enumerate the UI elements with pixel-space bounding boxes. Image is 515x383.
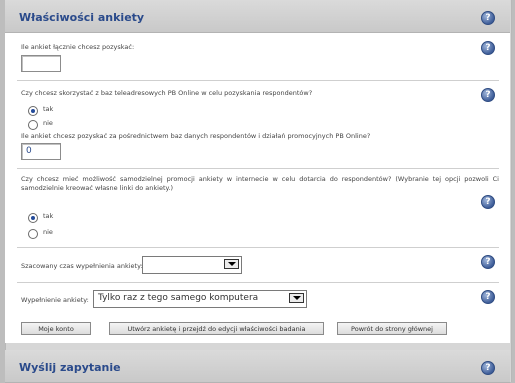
- use-databases-yes-radio[interactable]: [28, 106, 38, 116]
- total-surveys-label: Ile ankiet łącznie chcesz pozyskać:: [21, 43, 135, 51]
- databases-count-label: Ile ankiet chcesz pozyskać za pośrednict…: [21, 132, 371, 140]
- divider: [17, 247, 499, 248]
- radio-label-no: nie: [43, 228, 53, 236]
- properties-form: Ile ankiet łącznie chcesz pozyskać: ? Cz…: [5, 33, 510, 343]
- use-databases-label: Czy chcesz skorzystać z baz teleadresowy…: [21, 89, 313, 97]
- help-icon[interactable]: ?: [481, 195, 495, 209]
- home-button[interactable]: Powrót do strony głównej: [337, 322, 447, 335]
- radio-label-no: nie: [43, 119, 53, 127]
- self-promotion-no-radio[interactable]: [28, 229, 38, 239]
- help-icon[interactable]: ?: [481, 255, 495, 269]
- panel-title: Właściwości ankiety: [19, 11, 145, 24]
- radio-label-yes: tak: [43, 212, 54, 220]
- databases-count-input[interactable]: 0: [21, 143, 61, 160]
- divider: [17, 80, 499, 81]
- total-surveys-input[interactable]: [21, 55, 61, 72]
- help-icon[interactable]: ?: [481, 361, 495, 375]
- self-promotion-yes-radio[interactable]: [28, 213, 38, 223]
- panel-header-properties: Właściwości ankiety ?: [5, 0, 510, 33]
- create-survey-button[interactable]: Utwórz ankietę i przejdź do edycji właśc…: [109, 322, 324, 335]
- divider: [17, 282, 499, 283]
- my-account-button[interactable]: Moje konto: [21, 322, 91, 335]
- self-promotion-label: Czy chcesz mieć możliwość samodzielnej p…: [21, 175, 499, 192]
- chevron-down-icon[interactable]: [289, 293, 304, 303]
- fill-mode-value: Tylko raz z tego samego komputera: [98, 293, 259, 303]
- help-icon[interactable]: ?: [481, 11, 495, 25]
- fill-mode-label: Wypełnienie ankiety:: [21, 296, 89, 304]
- use-databases-no-radio[interactable]: [28, 120, 38, 130]
- estimated-time-select[interactable]: [142, 256, 242, 274]
- panel-header-send-inquiry: Wyślij zapytanie ?: [5, 350, 510, 383]
- help-icon[interactable]: ?: [481, 88, 495, 102]
- estimated-time-label: Szacowany czas wypełnienia ankiety:: [21, 262, 143, 270]
- help-icon[interactable]: ?: [481, 41, 495, 55]
- panel-title: Wyślij zapytanie: [19, 361, 121, 374]
- fill-mode-select[interactable]: Tylko raz z tego samego komputera: [93, 290, 307, 308]
- help-icon[interactable]: ?: [481, 290, 495, 304]
- radio-label-yes: tak: [43, 105, 54, 113]
- chevron-down-icon[interactable]: [224, 259, 239, 269]
- divider: [17, 168, 499, 169]
